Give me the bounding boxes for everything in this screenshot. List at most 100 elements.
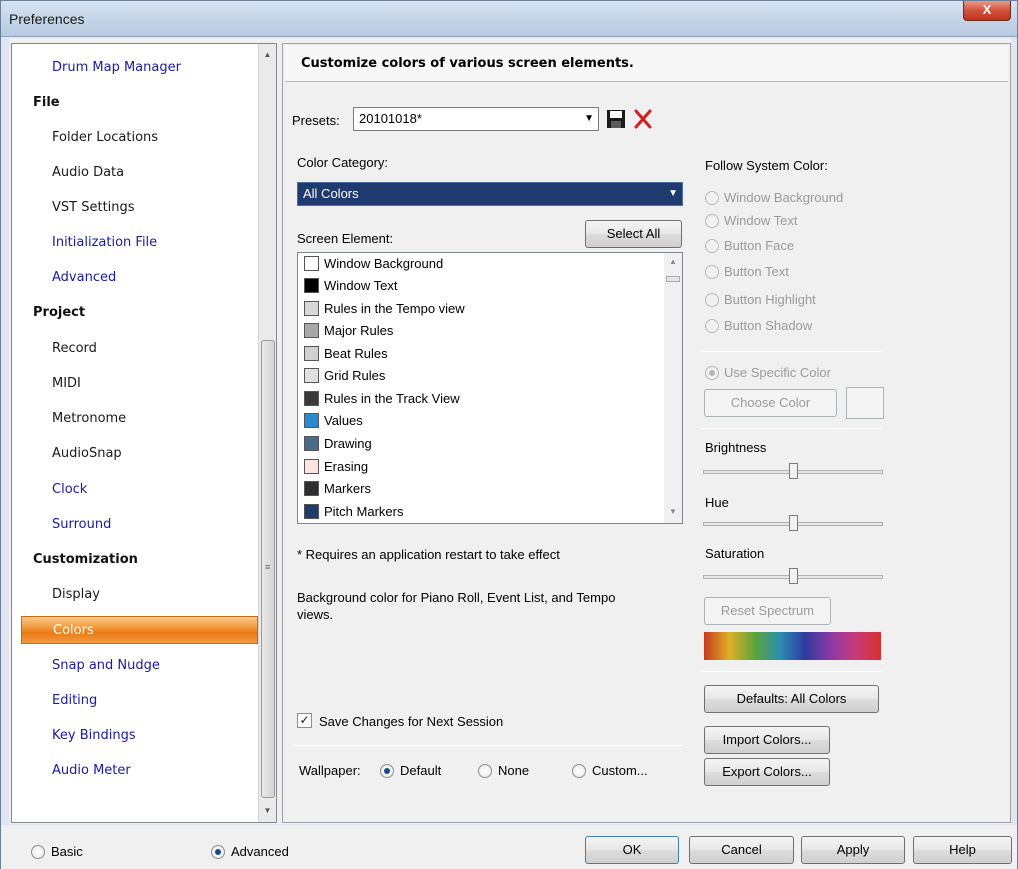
saturation-slider[interactable] <box>703 568 883 584</box>
title-bar: Preferences X <box>1 1 1017 37</box>
color-category-value: All Colors <box>303 186 359 201</box>
cancel-button[interactable]: Cancel <box>689 836 794 864</box>
list-item[interactable]: Beat Rules <box>302 343 388 365</box>
color-category-label: Color Category: <box>297 155 389 170</box>
follow-button-face-radio[interactable] <box>705 239 719 253</box>
close-button[interactable]: X <box>963 1 1011 21</box>
nav-item-drum-map-manager[interactable]: Drum Map Manager <box>12 54 258 82</box>
select-all-button[interactable]: Select All <box>585 220 682 248</box>
color-spectrum[interactable] <box>704 632 881 660</box>
slider-knob[interactable] <box>789 515 798 531</box>
color-swatch <box>304 459 319 474</box>
list-item[interactable]: Window Text <box>302 275 397 297</box>
list-item[interactable]: Grid Rules <box>302 365 385 387</box>
use-specific-color-radio[interactable] <box>705 366 719 380</box>
slider-knob[interactable] <box>789 568 798 584</box>
wallpaper-default-radio[interactable] <box>380 764 394 778</box>
nav-section-file[interactable]: File <box>12 89 258 117</box>
import-colors-button[interactable]: Import Colors... <box>704 726 830 754</box>
nav-item-metronome[interactable]: Metronome <box>12 405 258 433</box>
wallpaper-label: Wallpaper: <box>299 763 361 778</box>
list-item[interactable]: Rules in the Tempo view <box>302 298 465 320</box>
delete-preset-icon[interactable] <box>631 107 655 131</box>
list-item[interactable]: Pitch Markers <box>302 501 403 523</box>
scroll-down-arrow-icon[interactable]: ▼ <box>664 507 682 516</box>
advanced-mode-radio[interactable] <box>211 845 225 859</box>
save-changes-checkbox[interactable]: ✓ <box>297 713 312 728</box>
nav-section-project[interactable]: Project <box>12 299 258 327</box>
list-item-label: Grid Rules <box>324 368 386 383</box>
list-item-label: Window Text <box>324 278 398 293</box>
separator <box>292 745 683 746</box>
nav-item-initialization-file[interactable]: Initialization File <box>12 229 258 257</box>
hue-slider[interactable] <box>703 515 883 531</box>
dropdown-arrow-icon: ▼ <box>584 113 594 124</box>
list-item[interactable]: Rules in the Track View <box>302 388 460 410</box>
list-item[interactable]: Major Rules <box>302 320 393 342</box>
wallpaper-default-label: Default <box>400 763 442 778</box>
nav-section-customization[interactable]: Customization <box>12 546 258 574</box>
list-item[interactable]: Markers <box>302 478 371 500</box>
dropdown-arrow-icon: ▼ <box>668 188 678 199</box>
wallpaper-custom-radio[interactable] <box>572 764 586 778</box>
basic-mode-radio[interactable] <box>31 845 45 859</box>
restart-note: * Requires an application restart to tak… <box>297 547 560 562</box>
scroll-up-arrow-icon[interactable]: ▲ <box>259 46 276 63</box>
saturation-label: Saturation <box>705 546 765 561</box>
help-button[interactable]: Help <box>913 836 1012 864</box>
nav-scrollbar[interactable]: ▲ ≡ ▼ <box>258 44 276 822</box>
nav-item-display[interactable]: Display <box>12 581 258 609</box>
follow-button-text-radio[interactable] <box>705 265 719 279</box>
nav-item-audiosnap[interactable]: AudioSnap <box>12 440 258 468</box>
defaults-all-colors-button[interactable]: Defaults: All Colors <box>704 685 879 713</box>
list-item[interactable]: Window Background <box>302 253 443 275</box>
ok-button[interactable]: OK <box>585 836 679 864</box>
slider-knob[interactable] <box>789 463 798 479</box>
scroll-up-arrow-icon[interactable]: ▲ <box>664 257 682 266</box>
screen-element-list[interactable]: Window Background Window Text Rules in t… <box>297 252 683 524</box>
nav-item-midi[interactable]: MIDI <box>12 370 258 398</box>
nav-item-clock[interactable]: Clock <box>12 476 258 504</box>
nav-item-editing[interactable]: Editing <box>12 687 258 715</box>
list-item[interactable]: Erasing <box>302 456 368 478</box>
nav-item-record[interactable]: Record <box>12 335 258 363</box>
nav-item-colors[interactable]: Colors <box>21 616 258 644</box>
save-changes-label: Save Changes for Next Session <box>319 714 504 729</box>
nav-item-vst-settings[interactable]: VST Settings <box>12 194 258 222</box>
nav-item-audio-data[interactable]: Audio Data <box>12 159 258 187</box>
export-colors-button[interactable]: Export Colors... <box>704 758 830 786</box>
brightness-label: Brightness <box>705 440 767 455</box>
list-item-label: Drawing <box>324 436 372 451</box>
list-item[interactable]: Values <box>302 410 363 432</box>
color-swatch <box>304 301 319 316</box>
color-swatch <box>304 391 319 406</box>
follow-button-shadow-radio[interactable] <box>705 319 719 333</box>
nav-item-key-bindings[interactable]: Key Bindings <box>12 722 258 750</box>
nav-item-advanced[interactable]: Advanced <box>12 264 258 292</box>
nav-item-folder-locations[interactable]: Folder Locations <box>12 124 258 152</box>
choose-color-button[interactable]: Choose Color <box>704 389 837 417</box>
reset-spectrum-button[interactable]: Reset Spectrum <box>704 597 831 625</box>
nav-item-audio-meter[interactable]: Audio Meter <box>12 757 258 785</box>
wallpaper-none-radio[interactable] <box>478 764 492 778</box>
scroll-thumb[interactable]: ≡ <box>261 340 275 798</box>
follow-button-highlight-radio[interactable] <box>705 293 719 307</box>
list-scrollbar[interactable]: ▲ ▼ <box>664 253 682 523</box>
save-preset-icon[interactable] <box>605 107 627 131</box>
separator <box>700 671 883 672</box>
follow-window-text-label: Window Text <box>724 213 798 228</box>
follow-window-text-radio[interactable] <box>705 214 719 228</box>
follow-window-background-radio[interactable] <box>705 191 719 205</box>
color-category-combo[interactable]: All Colors ▼ <box>297 182 683 206</box>
brightness-slider[interactable] <box>703 463 883 479</box>
nav-item-snap-and-nudge[interactable]: Snap and Nudge <box>12 652 258 680</box>
presets-value: 20101018* <box>359 111 422 126</box>
scroll-down-arrow-icon[interactable]: ▼ <box>259 802 276 819</box>
nav-item-surround[interactable]: Surround <box>12 511 258 539</box>
list-item[interactable]: Drawing <box>302 433 372 455</box>
apply-button[interactable]: Apply <box>801 836 905 864</box>
scroll-thumb[interactable] <box>666 276 680 282</box>
advanced-mode-label: Advanced <box>231 844 289 859</box>
list-item-label: Markers <box>324 481 371 496</box>
presets-combo[interactable]: 20101018* ▼ <box>353 107 599 131</box>
